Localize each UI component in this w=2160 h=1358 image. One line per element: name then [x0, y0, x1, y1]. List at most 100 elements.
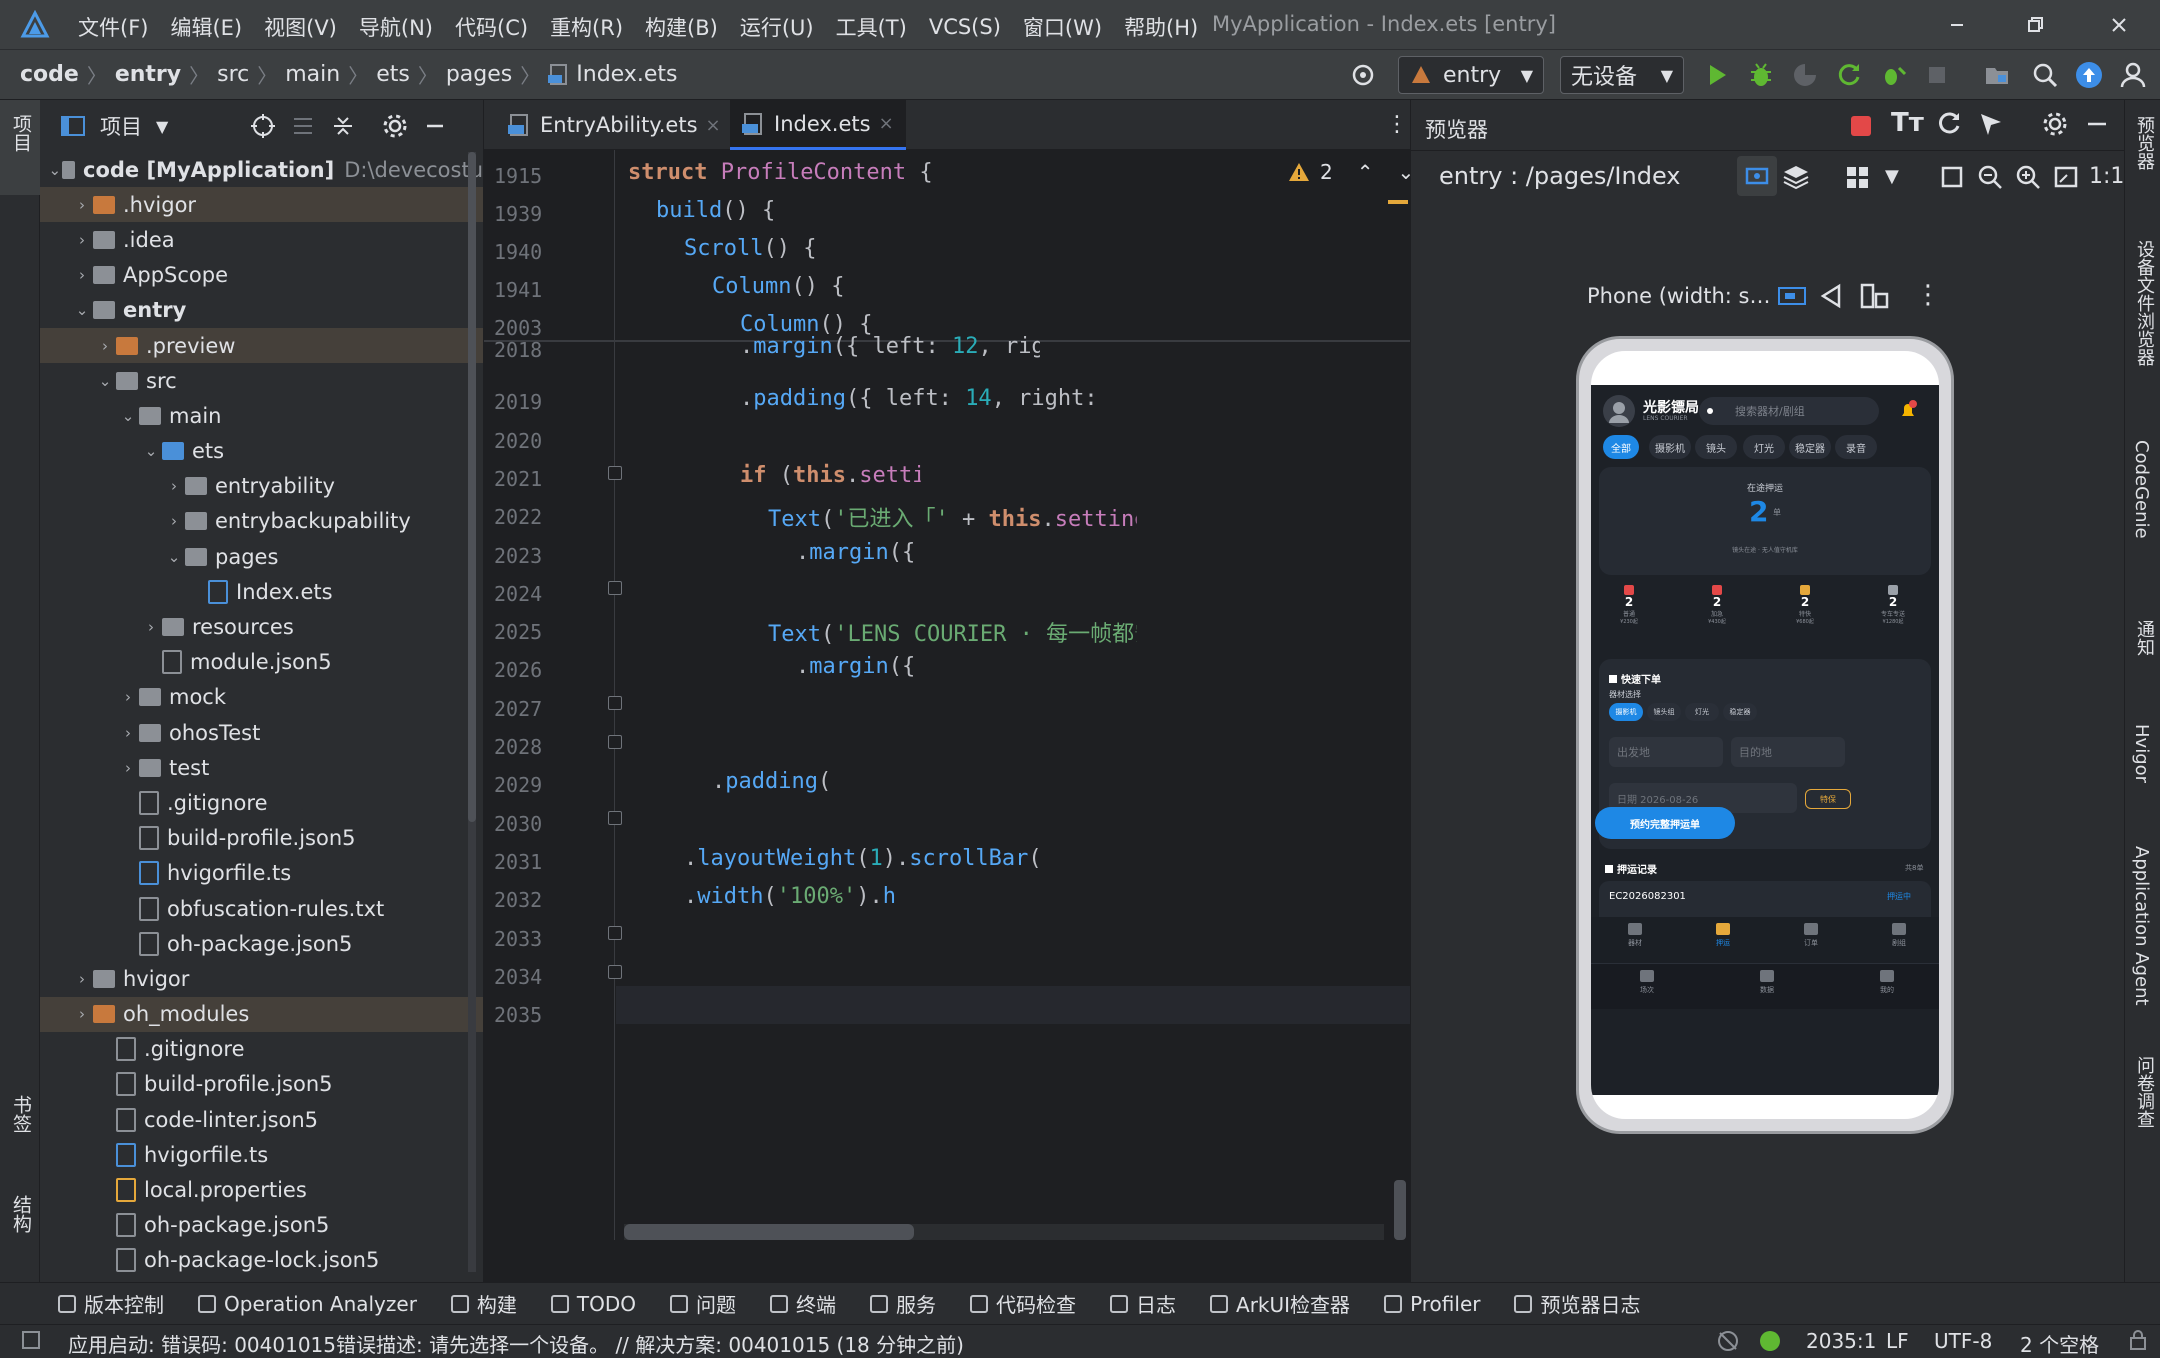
tree-item[interactable]: › ohosTest: [40, 715, 483, 750]
bottom-tool-6[interactable]: 服务: [870, 1289, 936, 1318]
category-chip[interactable]: 摄影机: [1649, 435, 1691, 459]
tree-item[interactable]: ⌄ ets: [40, 434, 483, 469]
update-icon[interactable]: [2074, 60, 2104, 90]
hide-panel-icon[interactable]: [422, 113, 448, 139]
right-tool-tab[interactable]: 问卷调查: [2131, 1056, 2157, 1128]
code-editor[interactable]: [484, 100, 1410, 1282]
chevron-down-icon[interactable]: ⌄: [140, 442, 162, 460]
equip-chip[interactable]: 摄影机: [1609, 703, 1643, 721]
menu-item[interactable]: 重构(R): [550, 12, 623, 42]
zoom-in-icon[interactable]: [2013, 162, 2043, 192]
menu-item[interactable]: 运行(U): [740, 12, 814, 42]
chevron-down-icon[interactable]: ▼: [1885, 166, 1899, 187]
chevron-right-icon[interactable]: ›: [117, 759, 139, 777]
category-chip[interactable]: 稳定器: [1789, 435, 1831, 459]
tree-item[interactable]: › test: [40, 750, 483, 785]
device-frame-icon[interactable]: [1777, 284, 1807, 308]
minimize-icon[interactable]: [1942, 10, 1972, 40]
tree-item[interactable]: › entrybackupability: [40, 504, 483, 539]
tab-entryability[interactable]: EntryAbility.ets ×: [496, 100, 733, 150]
debug-icon[interactable]: [1746, 60, 1776, 90]
chevron-right-icon[interactable]: ›: [71, 266, 93, 284]
no-network-icon[interactable]: [1716, 1329, 1740, 1353]
chevron-down-icon[interactable]: ⌄: [163, 548, 185, 566]
account-icon[interactable]: [2118, 60, 2148, 90]
tree-item[interactable]: › resources: [40, 609, 483, 644]
locate-icon[interactable]: [250, 113, 276, 139]
stop-preview-icon[interactable]: [1851, 116, 1871, 136]
breadcrumb-item[interactable]: entry: [115, 62, 181, 87]
stop-icon[interactable]: [1922, 60, 1952, 90]
right-tool-tab[interactable]: CodeGenie: [2131, 440, 2152, 539]
tree-item[interactable]: .gitignore: [40, 1032, 483, 1067]
chevron-down-icon[interactable]: ▼: [156, 117, 168, 136]
cursor-position[interactable]: 2035:1: [1806, 1329, 1876, 1353]
device-combo[interactable]: 无设备 ▼: [1560, 56, 1684, 94]
structure-tool-label[interactable]: 结构: [8, 1195, 35, 1233]
inspector-icon[interactable]: [1977, 110, 2005, 138]
chevron-right-icon[interactable]: ›: [94, 337, 116, 355]
project-structure-icon[interactable]: [1982, 60, 2012, 90]
submit-order-button[interactable]: 预约完整押运单: [1595, 807, 1735, 839]
tree-item[interactable]: Index.ets: [40, 574, 483, 609]
bottom-tool-8[interactable]: 日志: [1110, 1289, 1176, 1318]
tree-item[interactable]: local.properties: [40, 1172, 483, 1207]
tree-item[interactable]: code-linter.json5: [40, 1102, 483, 1137]
tree-scroll-thumb[interactable]: [468, 152, 476, 822]
sticky-code-line[interactable]: Column() {: [740, 312, 872, 337]
sticky-code-line[interactable]: Scroll() {: [684, 236, 816, 261]
file-encoding[interactable]: UTF-8: [1934, 1329, 1992, 1353]
bell-icon[interactable]: [1897, 399, 1919, 421]
bottom-tool-4[interactable]: 问题: [670, 1289, 736, 1318]
tree-item[interactable]: .gitignore: [40, 785, 483, 820]
close-tab-icon[interactable]: ×: [706, 115, 721, 136]
menu-item[interactable]: VCS(S): [929, 15, 1001, 39]
menu-item[interactable]: 构建(B): [645, 12, 718, 42]
tree-item[interactable]: hvigorfile.ts: [40, 1137, 483, 1172]
component-mode-icon[interactable]: [1737, 156, 1777, 196]
close-tab-icon[interactable]: ×: [879, 113, 894, 134]
breadcrumb-item[interactable]: Index.ets: [576, 62, 677, 87]
indent-setting[interactable]: 2 个空格: [2020, 1329, 2099, 1358]
menu-item[interactable]: 代码(C): [455, 12, 528, 42]
bottom-tool-3[interactable]: TODO: [550, 1292, 636, 1316]
tree-item[interactable]: ⌄ entry: [40, 293, 483, 328]
line-separator[interactable]: LF: [1886, 1329, 1909, 1353]
tree-item[interactable]: › .hvigor: [40, 187, 483, 223]
right-tool-tab[interactable]: 通知: [2131, 620, 2157, 656]
expand-all-icon[interactable]: [290, 113, 316, 139]
preview-route[interactable]: entry : /pages/Index: [1439, 162, 1681, 190]
bottom-tool-1[interactable]: Operation Analyzer: [198, 1292, 417, 1316]
profile-icon[interactable]: [1790, 60, 1820, 90]
tree-item[interactable]: › .idea: [40, 222, 483, 257]
bottom-tool-2[interactable]: 构建: [450, 1289, 517, 1318]
module-combo[interactable]: entry ▼: [1398, 56, 1544, 94]
search-icon[interactable]: [2030, 60, 2060, 90]
nav-item[interactable]: 器材: [1615, 923, 1655, 948]
insure-toggle[interactable]: 特保: [1805, 789, 1851, 809]
status-message[interactable]: 应用启动: 错误码: 00401015错误描述: 请先选择一个设备。 // 解决…: [68, 1329, 964, 1358]
more-options-icon[interactable]: ⋮: [1915, 280, 1941, 310]
project-panel-title[interactable]: 项目: [100, 111, 142, 141]
actual-size-icon[interactable]: [2051, 162, 2081, 192]
project-tool-tab[interactable]: 项目: [0, 100, 40, 195]
stat-item[interactable]: 2 特快 ¥680起: [1783, 585, 1827, 625]
editor-hscroll-thumb[interactable]: [624, 1224, 914, 1240]
menu-item[interactable]: 窗口(W): [1023, 12, 1102, 42]
bookmarks-tool-label[interactable]: 书签: [8, 1095, 35, 1133]
bottom-tool-0[interactable]: 版本控制: [58, 1289, 164, 1318]
lock-icon[interactable]: [2128, 1329, 2148, 1351]
nav-item[interactable]: 数据: [1747, 970, 1787, 995]
bottom-tool-10[interactable]: Profiler: [1384, 1292, 1480, 1316]
tree-item[interactable]: module.json5: [40, 645, 483, 680]
tree-item[interactable]: oh-package.json5: [40, 1208, 483, 1243]
sticky-code-line[interactable]: struct ProfileContent {: [628, 160, 933, 185]
run-icon[interactable]: [1702, 60, 1732, 90]
chevron-down-icon[interactable]: ⌄: [94, 372, 116, 390]
nav-item[interactable]: 订单: [1791, 923, 1831, 948]
fold-marker-icon[interactable]: [608, 811, 622, 825]
bottom-tool-5[interactable]: 终端: [770, 1289, 836, 1318]
fold-marker-icon[interactable]: [608, 965, 622, 979]
tree-item[interactable]: › oh_modules: [40, 996, 483, 1032]
category-chip[interactable]: 灯光: [1743, 435, 1785, 459]
